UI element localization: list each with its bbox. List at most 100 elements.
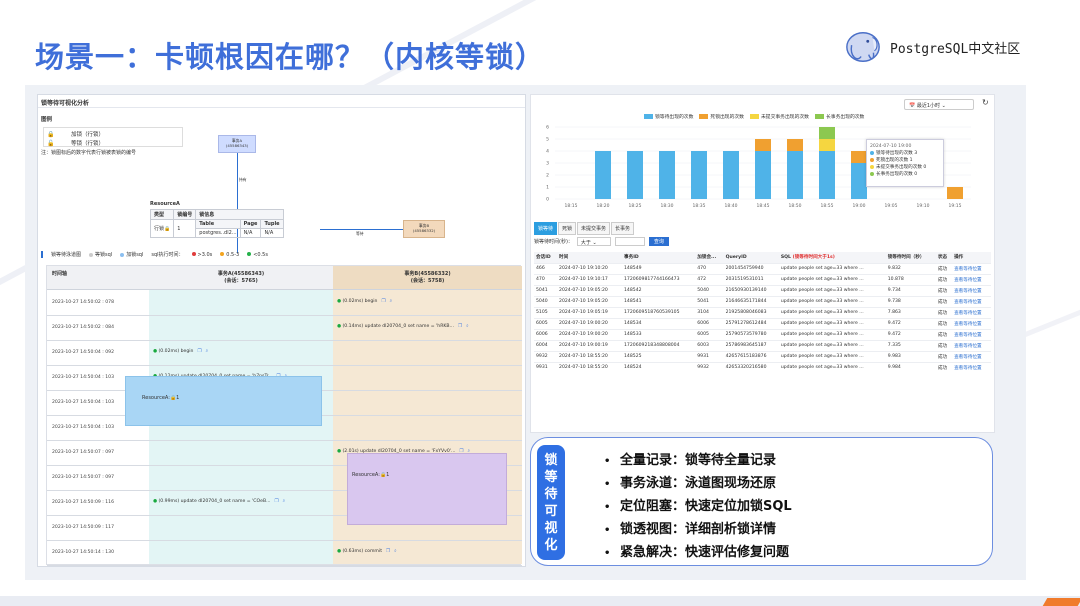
tab-lock-wait[interactable]: 锁等待 — [534, 222, 558, 235]
wait-time-input[interactable] — [614, 237, 645, 246]
table-cell: 6005 — [695, 328, 724, 340]
col-header: SQL (锁等待时间大于1s) — [778, 252, 886, 263]
view-wait-link[interactable]: 查看等待位置 — [952, 262, 991, 274]
bar-segment[interactable] — [595, 151, 611, 199]
level-red[interactable]: >3.0s — [191, 252, 212, 258]
col-header: 事务ID — [622, 252, 696, 263]
sql-event[interactable]: ● (0.14ms) update dl20704_0 set name = '… — [337, 323, 469, 329]
bar-segment[interactable] — [819, 151, 835, 199]
table-cell: 148541 — [622, 295, 696, 307]
table-row: 9932 2024-07-10 18:55:20 148525 9931 4265761… — [534, 350, 991, 362]
view-wait-link[interactable]: 查看等待位置 — [952, 328, 991, 340]
table-cell: 25791278612484 — [723, 317, 779, 329]
legend-entry[interactable]: 死锁出现的次数 — [699, 113, 744, 120]
table-cell: 成功 — [935, 295, 953, 307]
y-tick-label: 2 — [546, 173, 549, 179]
bar-segment[interactable] — [755, 139, 771, 151]
x-tick-label: 19:15 — [949, 203, 962, 209]
y-tick-label: 4 — [546, 149, 549, 155]
table-cell: 9932 — [695, 361, 724, 373]
timestamp: 2023-10-27 14:50:04 : 092 — [52, 350, 115, 355]
table-cell: 148534 — [622, 317, 696, 329]
time-header: 时间轴 — [47, 266, 149, 290]
resource-block-a[interactable]: ResourceA:🔒1 — [125, 376, 322, 426]
y-tick-label: 5 — [546, 137, 549, 143]
tab-uncommitted[interactable]: 未提交事务 — [577, 222, 611, 235]
level-orange[interactable]: 0.5-3 — [220, 252, 239, 258]
bar-segment[interactable] — [755, 151, 771, 199]
view-wait-link[interactable]: 查看等待位置 — [952, 317, 991, 329]
legend-entry[interactable]: 未提交事务出现的次数 — [749, 113, 809, 120]
view-wait-link[interactable]: 查看等待位置 — [952, 295, 991, 307]
sql-event[interactable]: ● (0.63ms) commit ❐ ⌕ — [337, 548, 397, 554]
lane-a-header: 事务A(45586343) (会话：5765) — [149, 266, 333, 290]
lock-wait-panel: 锁等待可视化分析 图例 🔒 加锁（行锁） 🔓 等锁（行锁） 注：锁图标后的数字代表行… — [37, 94, 526, 567]
filter-wait-sql[interactable]: 等锁sql — [89, 251, 112, 258]
table-cell: 3104 — [695, 306, 724, 318]
table-row: 470 2024-07-10 19:10:17 172060981774416647… — [534, 273, 991, 285]
bar-segment[interactable] — [787, 139, 803, 151]
table-cell: 6004 — [534, 339, 558, 351]
table-cell: update people set age=33 where ... — [778, 284, 886, 296]
table-cell: 成功 — [935, 350, 953, 362]
col-header: 锁信息 — [195, 209, 284, 220]
footer-accent — [1042, 598, 1080, 606]
table-cell: update people set age=33 where ... — [778, 361, 886, 373]
tab-long-transaction[interactable]: 长事务 — [611, 222, 635, 235]
legend-entry[interactable]: 长事务出现的次数 — [814, 113, 864, 120]
elephant-logo-icon — [846, 32, 880, 62]
x-tick-label: 18:20 — [597, 203, 610, 209]
bar-segment[interactable] — [723, 151, 739, 199]
refresh-icon[interactable]: ↻ — [982, 98, 989, 107]
time-range-select[interactable]: 📅 最近1小时 ⌄ — [904, 99, 974, 110]
view-wait-link[interactable]: 查看等待位置 — [952, 350, 991, 362]
bar-segment[interactable] — [819, 139, 835, 151]
table-cell: 148525 — [622, 350, 696, 362]
view-wait-link[interactable]: 查看等待位置 — [952, 273, 991, 285]
bar-segment[interactable] — [659, 151, 675, 199]
y-tick-label: 3 — [546, 161, 549, 167]
transaction-node-b[interactable]: 事务B (45586332) — [403, 220, 445, 238]
x-tick-label: 18:55 — [821, 203, 834, 209]
compare-select[interactable]: 大于 ⌄ — [576, 237, 611, 246]
resource-block-b[interactable]: ResourceA:🔒1 — [347, 453, 507, 525]
legend-entry[interactable]: 锁等待出现的次数 — [644, 113, 693, 120]
bar-segment[interactable] — [947, 187, 963, 199]
bar-segment[interactable] — [851, 151, 867, 163]
sql-event[interactable]: ● (0.02ms) begin ❐ ⌕ — [153, 348, 208, 354]
bar-segment[interactable] — [627, 151, 643, 199]
table-cell: 5041 — [534, 284, 558, 296]
query-button[interactable]: 查询 — [648, 237, 669, 246]
level-green[interactable]: <0.5s — [247, 252, 268, 258]
tooltip-row: 长事务出现的次数 0 — [870, 171, 940, 178]
legend-heading: 图例 — [41, 117, 53, 123]
transaction-node-a[interactable]: 事务A (45586343) — [218, 135, 256, 153]
lane-b-header: 事务B(45586332) (会话：5758) — [333, 266, 522, 290]
col-header: Page — [239, 219, 262, 229]
table-cell: 2024-07-10 19:05:19 — [557, 306, 622, 318]
search-icon: ⌕ — [394, 549, 397, 554]
table-cell: 5040 — [695, 284, 724, 296]
bar-segment[interactable] — [691, 151, 707, 199]
view-wait-link[interactable]: 查看等待位置 — [952, 284, 991, 296]
view-wait-link[interactable]: 查看等待位置 — [952, 339, 991, 351]
feature-item: • 紧急解决：快速评估修复问题 — [604, 545, 790, 560]
filter-lock-sql[interactable]: 加锁sql — [120, 251, 143, 258]
view-wait-link[interactable]: 查看等待位置 — [952, 361, 991, 373]
tab-deadlock[interactable]: 死锁 — [558, 222, 577, 235]
table-cell: 成功 — [935, 361, 953, 373]
table-cell: postgres..dl2... — [195, 228, 241, 238]
table-cell: 1720609817744166473 — [622, 273, 696, 285]
table-cell: 6006 — [695, 317, 724, 329]
bar-segment[interactable] — [819, 127, 835, 139]
resource-label: ResourceA — [150, 201, 180, 207]
view-wait-link[interactable]: 查看等待位置 — [952, 306, 991, 318]
bar-segment[interactable] — [851, 163, 867, 199]
filter-label: 锁等待时间(秒)： — [534, 239, 573, 245]
sql-event[interactable]: ● (0.99ms) update dl20704_0 set name = '… — [153, 498, 285, 504]
tooltip-row: 死锁出现的次数 1 — [870, 157, 940, 164]
resource-table: 类型 锁编号 锁信息 行锁🔒 1 Table Page Tuple postgr… — [149, 209, 284, 238]
sql-event[interactable]: ● (0.02ms) begin ❐ ⌕ — [337, 298, 392, 304]
bar-segment[interactable] — [787, 151, 803, 199]
tooltip-row: 锁等待出现的次数 3 — [870, 150, 940, 157]
